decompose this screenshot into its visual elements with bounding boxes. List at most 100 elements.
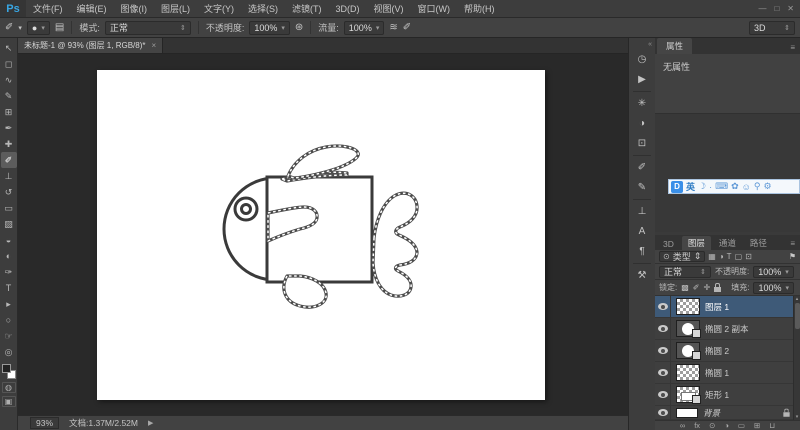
filter-kind-select[interactable]: ⊙ 类型 ⇕ [659,250,706,262]
layer-row-ellipse-1[interactable]: 椭圆 1 [655,362,800,384]
zoom-level-field[interactable]: 93% [30,417,60,429]
pressure-size-icon[interactable]: ✐ [403,22,411,33]
quick-select-tool[interactable]: ✎ [1,88,17,104]
layer-thumbnail[interactable] [676,342,701,360]
brush-presets-panel-icon[interactable]: ✐ [632,159,652,176]
layer-row-layer-1[interactable]: 图层 1 [655,296,800,318]
menu-item-select[interactable]: 选择(S) [241,0,285,17]
foreground-color-swatch[interactable] [1,364,11,373]
menu-item-3d[interactable]: 3D(D) [329,0,367,17]
new-layer-button[interactable]: ⊞ [754,421,760,430]
filter-adjustment-icon[interactable]: ◑ [719,252,724,261]
color-swatches[interactable] [1,364,16,379]
healing-brush-tool[interactable]: ✚ [1,136,17,152]
layer-thumbnail[interactable] [676,386,701,404]
scroll-down-icon[interactable]: ▾ [796,414,799,420]
restore-button[interactable]: □ [774,4,779,13]
layer-name[interactable]: 椭圆 2 [705,345,729,357]
actions-panel-icon[interactable]: ▶ [632,71,652,88]
crop-tool[interactable]: ⊞ [1,104,17,120]
layer-thumbnail[interactable] [676,407,698,418]
link-layers-button[interactable]: ∞ [680,421,685,430]
tab-properties[interactable]: 属性 [657,38,693,54]
styles-panel-icon[interactable]: ✳ [632,95,652,112]
ime-settings-icon[interactable]: ⚙ [763,181,771,192]
pressure-opacity-icon[interactable]: ⊛ [295,22,303,33]
layer-name[interactable]: 背景 [703,407,720,419]
blend-mode-select[interactable]: 正常 ⇕ [104,20,191,35]
scrollbar-thumb[interactable] [795,303,800,329]
menu-item-file[interactable]: 文件(F) [26,0,70,17]
layer-list-scrollbar[interactable]: ▴ ▾ [793,296,800,420]
fill-select[interactable]: 100% ▾ [753,281,794,294]
menu-item-image[interactable]: 图像(I) [114,0,155,17]
clone-stamp-tool[interactable]: ⊥ [1,168,17,184]
gradient-tool[interactable]: ▨ [1,216,17,232]
visibility-toggle[interactable] [655,406,671,419]
airbrush-icon[interactable]: ≋ [389,22,397,33]
workspace-select[interactable]: 3D ⇕ [749,20,795,35]
tool-preset-caret-icon[interactable]: ▾ [18,24,22,32]
hand-tool[interactable]: ☞ [1,328,17,344]
flow-select[interactable]: 100% ▾ [343,20,385,35]
canvas[interactable] [97,70,545,400]
brush-preset-picker[interactable]: ● ▾ [26,20,50,35]
close-button[interactable]: ✕ [787,4,794,13]
paragraph-panel-icon[interactable]: ¶ [632,243,652,260]
type-tool[interactable]: T [1,280,17,296]
layer-name[interactable]: 椭圆 2 副本 [705,323,748,335]
opacity-select[interactable]: 100% ▾ [249,20,290,35]
tab-layers[interactable]: 图层 [681,236,711,250]
tool-presets-panel-icon[interactable]: ⚒ [632,267,652,284]
screen-mode-button[interactable]: ▣ [1,396,16,407]
history-panel-icon[interactable]: ◷ [632,51,652,68]
visibility-toggle[interactable] [655,318,671,339]
filter-type-icon[interactable]: T [727,252,732,261]
ime-search-icon[interactable]: ⚲ [754,181,761,192]
visibility-toggle[interactable] [655,362,671,383]
layer-thumbnail[interactable] [676,320,701,338]
menu-item-edit[interactable]: 编辑(E) [70,0,114,17]
menu-item-window[interactable]: 窗口(W) [411,0,458,17]
filter-smartobject-icon[interactable]: ⊡ [745,252,752,261]
visibility-toggle[interactable] [655,296,671,317]
layer-row-ellipse-2-copy[interactable]: 椭圆 2 副本 [655,318,800,340]
layer-blend-select[interactable]: 正常 ⇕ [659,265,711,278]
lock-position-icon[interactable]: ✛ [704,283,711,292]
filter-shape-icon[interactable]: ▢ [735,252,743,261]
ime-language-toggle[interactable]: 英 [686,180,695,193]
menu-item-view[interactable]: 视图(V) [367,0,411,17]
visibility-toggle[interactable] [655,384,671,405]
layer-thumbnail[interactable] [676,364,700,381]
status-arrow-icon[interactable]: ▶ [148,419,153,427]
layer-name[interactable]: 图层 1 [705,301,729,313]
menu-item-filter[interactable]: 滤镜(T) [285,0,329,17]
layer-name[interactable]: 矩形 1 [705,389,729,401]
move-tool[interactable]: ↖ [1,40,17,56]
ime-dot-icon[interactable]: · [709,182,712,192]
lock-pixels-icon[interactable]: ✐ [693,283,700,292]
quick-mask-button[interactable]: ◍ [1,382,16,393]
zoom-tool[interactable]: ◎ [1,344,17,360]
filter-pixel-icon[interactable]: ▦ [708,252,716,261]
adjustments-panel-icon[interactable]: ◑ [632,115,652,132]
marquee-tool[interactable]: ◻ [1,56,17,72]
visibility-toggle[interactable] [655,340,671,361]
tab-paths[interactable]: 路径 [744,236,773,250]
lock-all-icon[interactable] [714,282,722,292]
menu-item-type[interactable]: 文字(Y) [197,0,241,17]
layer-row-rect-1[interactable]: 矩形 1 [655,384,800,406]
character-panel-icon[interactable]: A [632,223,652,240]
layer-style-button[interactable]: fx [694,421,700,430]
ime-logo-icon[interactable]: D [671,180,683,193]
toggle-brush-panel-icon[interactable]: ▤ [55,22,64,33]
history-brush-tool[interactable]: ↺ [1,184,17,200]
pen-tool[interactable]: ✑ [1,264,17,280]
filter-toggle-icon[interactable]: ⚑ [789,252,796,261]
shape-tool[interactable]: ○ [1,312,17,328]
ime-user-icon[interactable]: ☺ [742,182,751,192]
adjustment-layer-button[interactable]: ◑ [724,421,729,430]
layer-name[interactable]: 椭圆 1 [705,367,729,379]
tab-channels[interactable]: 通道 [713,236,742,250]
tab-close-icon[interactable]: × [151,41,156,50]
